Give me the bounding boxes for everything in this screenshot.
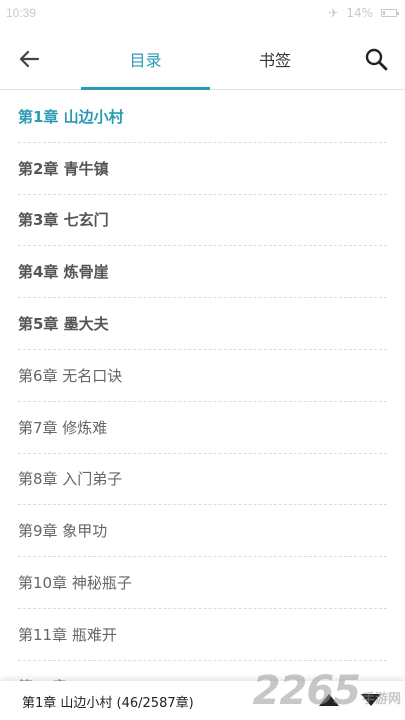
chapter-item[interactable]: 第4章 炼骨崖 bbox=[18, 246, 387, 299]
watermark-number: 2265 bbox=[252, 668, 361, 714]
chapter-title: 第7章 修炼难 bbox=[18, 418, 108, 437]
chapter-title: 第1章 山边小村 bbox=[18, 107, 124, 126]
chapter-item[interactable]: 第2章 青牛镇 bbox=[18, 143, 387, 195]
chapter-title: 第5章 墨大夫 bbox=[18, 315, 109, 334]
chapter-item[interactable]: 第1章 山边小村 bbox=[18, 91, 387, 143]
chapter-item[interactable]: 第9章 象甲功 bbox=[18, 505, 387, 558]
search-button[interactable] bbox=[361, 44, 391, 74]
chapter-item[interactable]: 第11章 瓶难开 bbox=[18, 609, 387, 661]
top-toolbar: 目录 书签 bbox=[0, 28, 405, 90]
chapter-title: 第6章 无名口诀 bbox=[18, 366, 123, 385]
chapter-item[interactable]: 第10章 神秘瓶子 bbox=[18, 557, 387, 609]
chapter-list[interactable]: 第1章 山边小村 第2章 青牛镇 第3章 七玄门 第4章 炼骨崖 第5章 墨大夫 第6章 … bbox=[0, 91, 405, 681]
status-time: 10:39 bbox=[6, 6, 37, 20]
active-tab-indicator bbox=[81, 87, 210, 90]
chapter-title: 第11章 瓶难开 bbox=[18, 625, 117, 644]
watermark-logo: 2265 手游网 bbox=[253, 668, 401, 714]
chapter-item[interactable]: 第6章 无名口诀 bbox=[18, 350, 387, 402]
watermark-text: 手游网 bbox=[361, 692, 401, 707]
status-bar: 10:39 ✈ 14% bbox=[0, 0, 405, 28]
chapter-title: 第3章 七玄门 bbox=[18, 211, 109, 230]
current-chapter-info: 第1章 山边小村 (46/2587章) bbox=[22, 696, 194, 711]
chapter-title: 第2章 青牛镇 bbox=[18, 159, 109, 178]
chapter-item[interactable]: 第5章 墨大夫 bbox=[18, 298, 387, 350]
back-button[interactable] bbox=[14, 44, 44, 74]
status-icons: ✈ 14% bbox=[328, 6, 399, 20]
chapter-title: 第4章 炼骨崖 bbox=[18, 263, 109, 282]
battery-icon bbox=[381, 9, 399, 17]
tab-bookmarks[interactable]: 书签 bbox=[210, 28, 340, 90]
airplane-icon: ✈ bbox=[328, 6, 339, 20]
chapter-item[interactable]: 第3章 七玄门 bbox=[18, 195, 387, 247]
chapter-title: 第10章 神秘瓶子 bbox=[18, 574, 132, 593]
chapter-item[interactable]: 第7章 修炼难 bbox=[18, 402, 387, 454]
chapter-title: 第8章 入门弟子 bbox=[18, 470, 123, 489]
search-icon bbox=[365, 48, 388, 71]
chapter-title: 第9章 象甲功 bbox=[18, 522, 108, 541]
tab-catalog[interactable]: 目录 bbox=[81, 28, 210, 90]
battery-percent: 14% bbox=[346, 6, 373, 20]
arrow-left-icon bbox=[19, 50, 40, 68]
chapter-item[interactable]: 第8章 入门弟子 bbox=[18, 454, 387, 506]
